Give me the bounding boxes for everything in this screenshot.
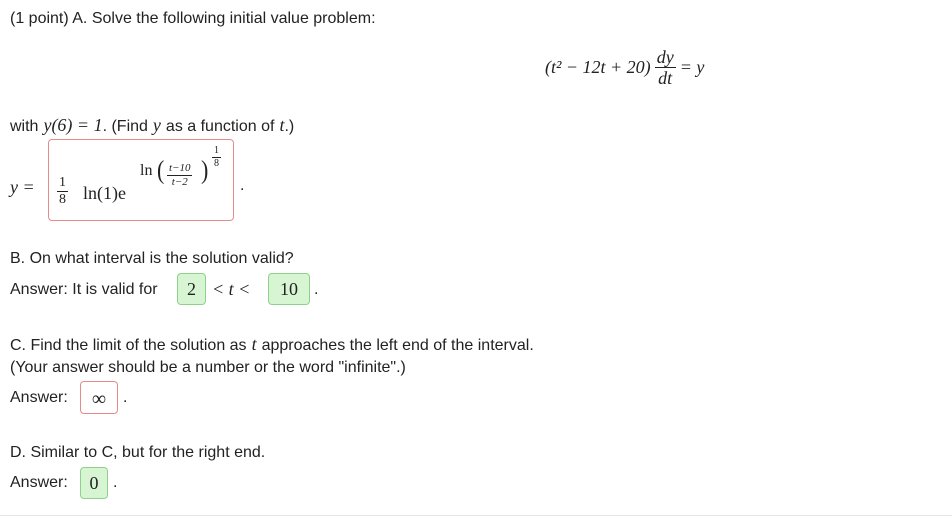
exponent-open-paren: ( [157, 154, 165, 185]
initial-condition-line: with y(6) = 1 . (Find y as a function of… [10, 115, 294, 136]
part-c-question-var: t [251, 334, 257, 354]
interval-upper-field[interactable]: 10 [268, 273, 310, 305]
part-c-question-text: C. Find the limit of the solution as [10, 337, 247, 354]
exponent-power-numerator: 1 [214, 145, 219, 156]
part-d-answer-label: Answer: [10, 474, 68, 491]
exponent-inner-numerator: t−10 [169, 162, 191, 174]
part-d-question: D. Similar to C, but for the right end. [10, 444, 266, 461]
coefficient-denominator: 8 [59, 192, 66, 207]
part-d-period: . [113, 474, 118, 491]
exponent-inner-denominator: t−2 [171, 176, 188, 188]
coefficient-fraction: 1 8 [57, 176, 68, 207]
exponent-inner-fraction: t−10 t−2 [167, 162, 193, 188]
part-b-period: . [314, 281, 319, 298]
right-limit-field[interactable]: 0 [80, 467, 108, 499]
part-c-question-line1: C. Find the limit of the solution as t a… [10, 334, 534, 355]
condition-prefix: with [10, 118, 39, 135]
exponent-close-paren: ) [201, 154, 209, 185]
exponent-power-denominator: 8 [214, 158, 219, 169]
answer-a-label: y = [10, 177, 35, 197]
initial-condition: y(6) = 1 [43, 115, 103, 135]
exponent-ln: ln [140, 162, 153, 179]
interval-inequality: < t < [212, 279, 251, 299]
condition-var: y [152, 115, 161, 135]
derivative-fraction: dy dt [654, 47, 676, 88]
part-a-header: (1 point) A. Solve the following initial… [10, 10, 376, 27]
coefficient-numerator: 1 [59, 175, 66, 190]
answer-a-field[interactable]: 1 8 ln(1)e ln ( t−10 t−2 ) 1 8 [48, 139, 234, 221]
part-c-period: . [123, 389, 128, 406]
interval-lower-field[interactable]: 2 [177, 273, 206, 305]
derivative-numerator: dy [656, 47, 674, 67]
part-c-answer-label: Answer: [10, 389, 68, 406]
differential-equation: (t² − 12t + 20) dy dt = y [545, 48, 704, 87]
interval-lower-value: 2 [187, 279, 196, 299]
interval-upper-value: 10 [280, 279, 298, 299]
right-limit-value: 0 [89, 473, 99, 493]
equation-lhs-poly: (t² − 12t + 20) [545, 57, 651, 77]
answer-a-period: . [240, 177, 245, 194]
left-limit-value: ∞ [91, 388, 107, 410]
equation-rhs: = y [679, 57, 705, 77]
ln-expression: ln(1)e [83, 183, 126, 203]
part-c-question-text-end: approaches the left end of the interval. [261, 337, 534, 354]
exponent-power-fraction: 1 8 [212, 146, 221, 169]
left-limit-field[interactable]: ∞ [80, 381, 118, 414]
condition-suffix: . (Find [102, 118, 148, 135]
part-b-answer-prefix: Answer: It is valid for [10, 281, 158, 298]
part-b-question: B. On what interval is the solution vali… [10, 250, 294, 267]
condition-end: .) [284, 118, 295, 135]
bottom-divider [0, 515, 952, 516]
condition-middle: as a function of [165, 118, 275, 135]
part-c-question-line2: (Your answer should be a number or the w… [10, 359, 406, 376]
derivative-denominator: dt [658, 68, 673, 88]
